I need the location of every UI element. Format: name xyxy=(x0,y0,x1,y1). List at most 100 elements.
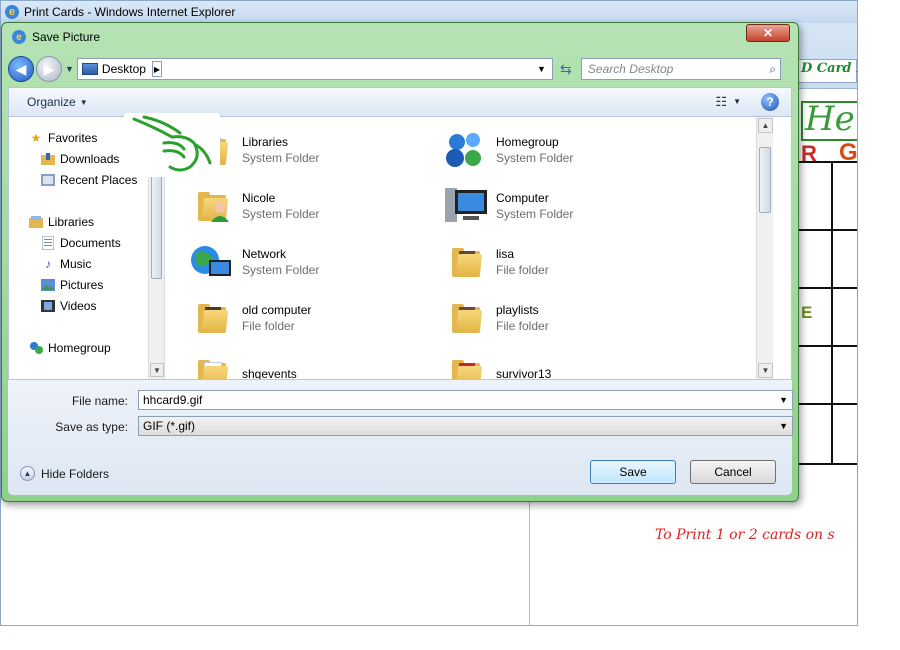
nav-videos-label: Videos xyxy=(60,299,97,313)
file-item-survivor13[interactable]: survivor13 xyxy=(442,349,682,379)
scroll-up-button[interactable]: ▲ xyxy=(758,118,773,133)
file-type: File folder xyxy=(242,319,295,333)
nav-favorites[interactable]: ★ Favorites xyxy=(29,129,98,147)
chevron-up-icon: ▲ xyxy=(20,466,35,481)
grid-line xyxy=(831,163,833,463)
save-picture-dialog: e Save Picture ✕ ◀ ▶ ▼ Desktop ▶ ▼ ⇆ Sea… xyxy=(1,22,799,502)
computer-icon xyxy=(442,182,490,230)
scroll-down-button[interactable]: ▼ xyxy=(758,363,773,378)
back-button[interactable]: ◀ xyxy=(8,56,34,82)
nav-recent-places[interactable]: Recent Places xyxy=(41,171,137,189)
file-name: lisa xyxy=(496,247,515,261)
file-name: Computer xyxy=(496,191,549,205)
file-item-network[interactable]: Network System Folder xyxy=(188,237,428,287)
nav-pictures[interactable]: Pictures xyxy=(41,276,103,294)
recent-pages-dropdown[interactable]: ▼ xyxy=(65,64,74,74)
dialog-titlebar: e Save Picture xyxy=(2,23,798,51)
file-item-playlists[interactable]: playlists File folder xyxy=(442,293,682,343)
close-button[interactable]: ✕ xyxy=(746,24,790,42)
file-name: playlists xyxy=(496,303,539,317)
file-item-homegroup[interactable]: Homegroup System Folder xyxy=(442,125,682,175)
card-letter-e: E xyxy=(801,303,813,322)
hide-folders-label: Hide Folders xyxy=(41,466,110,481)
folder-icon xyxy=(442,238,490,286)
file-item-libraries[interactable]: Libraries System Folder xyxy=(188,125,428,175)
organize-button[interactable]: Organize xyxy=(27,95,76,109)
search-input[interactable]: Search Desktop ⌕ xyxy=(580,58,781,80)
file-list-scrollbar[interactable]: ▲ ▼ xyxy=(756,117,773,379)
homegroup-icon xyxy=(442,126,490,174)
address-breadcrumb[interactable]: Desktop ▶ ▼ xyxy=(76,58,553,80)
ie-logo-icon: e xyxy=(12,30,26,44)
cancel-button[interactable]: Cancel xyxy=(690,460,776,484)
nav-homegroup-label: Homegroup xyxy=(48,341,111,355)
nav-downloads[interactable]: Downloads xyxy=(41,150,119,168)
refresh-button[interactable]: ⇆ xyxy=(555,58,577,80)
file-item-shgevents[interactable]: shgevents xyxy=(188,349,428,379)
folder-icon xyxy=(188,294,236,342)
card-header-text: He xyxy=(805,101,855,139)
nav-homegroup[interactable]: Homegroup xyxy=(29,339,111,357)
nav-downloads-label: Downloads xyxy=(60,152,120,166)
search-icon: ⌕ xyxy=(769,61,776,76)
view-options-icon[interactable]: ☷ xyxy=(715,94,727,110)
ie-title: Print Cards - Windows Internet Explorer xyxy=(24,5,236,19)
save-as-type-select[interactable]: GIF (*.gif) ▼ xyxy=(138,416,793,436)
dialog-footer: File name: hhcard9.gif ▼ Save as type: G… xyxy=(8,379,793,495)
file-list: Libraries System Folder Homegroup System F… xyxy=(166,117,773,379)
view-dropdown-icon[interactable]: ▼ xyxy=(733,97,741,106)
ie-logo-icon: e xyxy=(5,5,19,19)
file-item-computer[interactable]: Computer System Folder xyxy=(442,181,682,231)
folder-icon xyxy=(188,350,236,379)
file-item-lisa[interactable]: lisa File folder xyxy=(442,237,682,287)
scroll-down-button[interactable]: ▼ xyxy=(150,363,164,377)
folder-icon xyxy=(442,294,490,342)
pictures-icon xyxy=(41,278,55,292)
recent-places-icon xyxy=(41,173,55,187)
music-icon: ♪ xyxy=(45,257,51,271)
file-name: Network xyxy=(242,247,287,261)
file-name-field[interactable]: hhcard9.gif ▼ xyxy=(138,390,793,410)
address-row: ◀ ▶ ▼ Desktop ▶ ▼ ⇆ Search Desktop ⌕ xyxy=(8,55,792,83)
file-scroll-thumb[interactable] xyxy=(759,147,771,213)
arrow-right-icon: ▶ xyxy=(43,60,55,77)
save-as-type-label: Save as type: xyxy=(55,420,128,434)
hide-folders-button[interactable]: ▲ Hide Folders xyxy=(20,466,109,481)
ie-titlebar: e Print Cards - Windows Internet Explore… xyxy=(1,1,857,23)
desktop-icon xyxy=(81,63,98,75)
file-name: shgevents xyxy=(242,367,297,379)
user-folder-icon xyxy=(188,182,236,230)
help-icon[interactable]: ? xyxy=(761,93,779,111)
nav-libraries[interactable]: Libraries xyxy=(29,213,94,231)
nav-videos[interactable]: Videos xyxy=(41,297,96,315)
save-as-type-dropdown-icon[interactable]: ▼ xyxy=(779,421,788,431)
file-type: File folder xyxy=(496,319,549,333)
refresh-icon: ⇆ xyxy=(560,60,572,77)
file-type: System Folder xyxy=(242,151,320,165)
homegroup-icon xyxy=(29,341,43,355)
file-name: Homegroup xyxy=(496,135,559,149)
file-name: survivor13 xyxy=(496,367,552,379)
breadcrumb-location[interactable]: Desktop xyxy=(102,62,146,76)
save-button[interactable]: Save xyxy=(590,460,676,484)
address-dropdown-icon[interactable]: ▼ xyxy=(537,64,546,74)
dialog-title: Save Picture xyxy=(32,30,101,44)
card-header-script: He xyxy=(801,101,857,141)
libraries-icon xyxy=(29,215,43,229)
card-page-title: D Card H xyxy=(801,61,857,76)
forward-button[interactable]: ▶ xyxy=(36,56,62,82)
nav-documents[interactable]: Documents xyxy=(41,234,121,252)
file-item-old-computer[interactable]: old computer File folder xyxy=(188,293,428,343)
pointing-hand-icon xyxy=(124,113,220,177)
file-name: old computer xyxy=(242,303,312,317)
file-item-nicole[interactable]: Nicole System Folder xyxy=(188,181,428,231)
organize-dropdown-icon[interactable]: ▼ xyxy=(80,98,88,107)
star-icon: ★ xyxy=(30,131,42,145)
file-name-dropdown-icon[interactable]: ▼ xyxy=(779,395,788,405)
breadcrumb-chevron-icon[interactable]: ▶ xyxy=(151,61,162,77)
nav-music[interactable]: ♪ Music xyxy=(41,255,91,273)
documents-icon xyxy=(41,236,55,250)
network-icon xyxy=(188,238,236,286)
file-name: Nicole xyxy=(242,191,276,205)
file-name-value: hhcard9.gif xyxy=(143,393,203,407)
